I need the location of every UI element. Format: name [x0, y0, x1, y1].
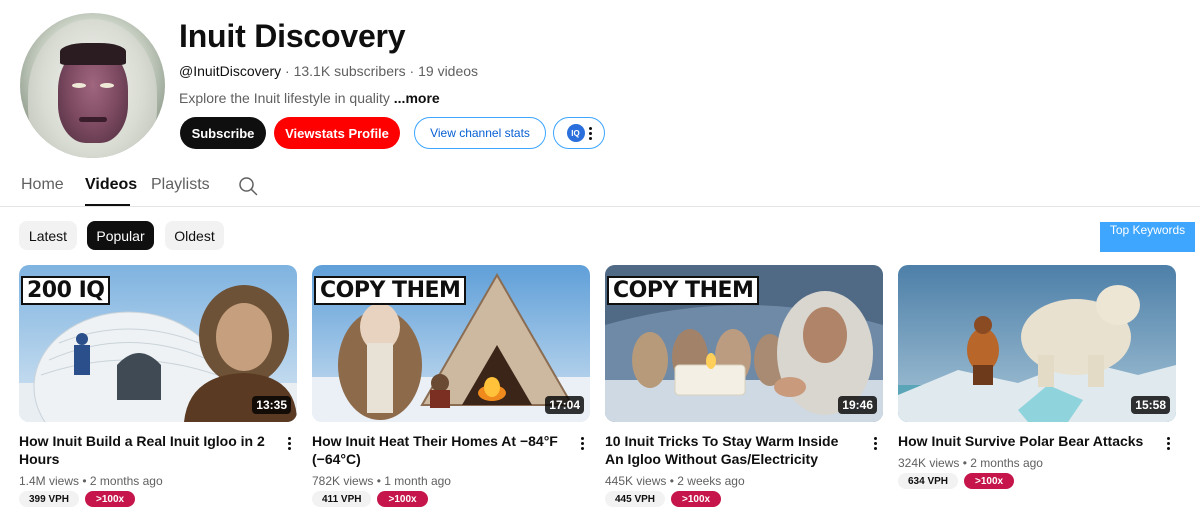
video-thumbnail[interactable]: COPY THEM 17:04: [312, 265, 590, 422]
meta-separator: •: [962, 456, 967, 470]
more-vert-icon[interactable]: [1167, 437, 1170, 450]
viewstats-profile-button[interactable]: Viewstats Profile: [274, 117, 400, 149]
channel-tabs: Home Videos Playlists: [0, 163, 1200, 207]
chip-oldest[interactable]: Oldest: [165, 221, 224, 250]
more-vert-icon: [588, 126, 592, 140]
channel-name: Inuit Discovery: [179, 18, 406, 54]
video-duration: 15:58: [1131, 396, 1170, 414]
tab-videos[interactable]: Videos: [85, 176, 137, 194]
meta-separator: •: [82, 474, 87, 488]
channel-handle[interactable]: @InuitDiscovery: [179, 63, 281, 79]
video-thumbnail[interactable]: 200 IQ 13:35: [19, 265, 297, 422]
video-title[interactable]: How Inuit Build a Real Inuit Igloo in 2 …: [19, 432, 274, 468]
top-keywords-button[interactable]: Top Keywords: [1100, 222, 1195, 252]
video-thumbnail[interactable]: COPY THEM 19:46: [605, 265, 883, 422]
video-meta: 1.4M views • 2 months ago: [19, 474, 297, 488]
avatar-eye-right: [100, 83, 114, 88]
video-meta: 782K views • 1 month ago: [312, 474, 590, 488]
meta-separator: ·: [285, 63, 294, 79]
video-meta: 324K views • 2 months ago: [898, 456, 1176, 470]
vph-badge: 634 VPH: [898, 473, 959, 489]
video-card[interactable]: COPY THEM 17:04 How Inuit Heat Their Hom…: [312, 265, 590, 507]
view-count: 324K views: [898, 456, 960, 470]
video-badges: 399 VPH >100x: [19, 491, 297, 507]
video-thumbnail[interactable]: 15:58: [898, 265, 1176, 422]
video-duration: 17:04: [545, 396, 584, 414]
tab-home[interactable]: Home: [21, 176, 64, 194]
avatar-mouth: [79, 117, 107, 122]
subscribe-button[interactable]: Subscribe: [180, 117, 266, 149]
view-channel-stats-button[interactable]: View channel stats: [414, 117, 546, 149]
chip-popular[interactable]: Popular: [87, 221, 154, 250]
video-title[interactable]: How Inuit Survive Polar Bear Attacks: [898, 432, 1153, 450]
more-link[interactable]: ...more: [394, 90, 440, 106]
more-vert-icon[interactable]: [288, 437, 291, 450]
video-title[interactable]: 10 Inuit Tricks To Stay Warm Inside An I…: [605, 432, 860, 468]
thumbnail-text: COPY THEM: [607, 276, 760, 305]
outlier-badge: >100x: [85, 491, 136, 507]
thumbnail-text: 200 IQ: [21, 276, 111, 305]
upload-age: 2 months ago: [970, 456, 1043, 470]
video-badges: 411 VPH >100x: [312, 491, 590, 507]
outlier-badge: >100x: [377, 491, 428, 507]
iq-icon: IQ: [566, 124, 585, 142]
view-count: 1.4M views: [19, 474, 80, 488]
active-tab-indicator: [85, 204, 130, 206]
thumbnail-text: COPY THEM: [314, 276, 467, 305]
video-badges: 634 VPH >100x: [898, 473, 1176, 489]
upload-age: 2 months ago: [89, 474, 163, 488]
tab-playlists[interactable]: Playlists: [151, 176, 210, 194]
search-icon[interactable]: [238, 176, 258, 196]
video-count: 19 videos: [418, 63, 479, 79]
video-badges: 445 VPH >100x: [605, 491, 883, 507]
view-count: 782K views: [312, 474, 374, 488]
subscriber-count: 13.1K subscribers: [293, 63, 406, 79]
meta-separator: •: [376, 474, 381, 488]
more-vert-icon[interactable]: [581, 437, 584, 450]
view-count: 445K views: [605, 474, 667, 488]
avatar-hair: [60, 43, 126, 65]
vph-badge: 411 VPH: [312, 491, 372, 507]
meta-separator: •: [669, 474, 674, 488]
description-text: Explore the Inuit lifestyle in quality: [179, 90, 390, 106]
iq-extension-button[interactable]: IQ: [553, 117, 605, 149]
video-meta: 445K views • 2 weeks ago: [605, 474, 883, 488]
upload-age: 2 weeks ago: [677, 474, 745, 488]
outlier-badge: >100x: [671, 491, 722, 507]
vph-badge: 445 VPH: [605, 491, 666, 507]
video-duration: 13:35: [252, 396, 291, 414]
upload-age: 1 month ago: [384, 474, 451, 488]
video-card[interactable]: 15:58 How Inuit Survive Polar Bear Attac…: [898, 265, 1176, 489]
vph-badge: 399 VPH: [19, 491, 80, 507]
avatar-eye-left: [72, 83, 86, 88]
channel-meta: @InuitDiscovery · 13.1K subscribers · 19…: [179, 63, 478, 79]
video-title[interactable]: How Inuit Heat Their Homes At −84°F (−64…: [312, 432, 567, 468]
video-duration: 19:46: [838, 396, 877, 414]
meta-separator: ·: [409, 63, 419, 79]
channel-avatar[interactable]: [20, 13, 165, 158]
video-card[interactable]: COPY THEM 19:46 10 Inuit Tricks To Stay …: [605, 265, 883, 507]
more-vert-icon[interactable]: [874, 437, 877, 450]
chip-latest[interactable]: Latest: [19, 221, 77, 250]
outlier-badge: >100x: [964, 473, 1015, 489]
video-card[interactable]: 200 IQ 13:35 How Inuit Build a Real Inui…: [19, 265, 297, 507]
channel-description[interactable]: Explore the Inuit lifestyle in quality .…: [179, 90, 440, 106]
